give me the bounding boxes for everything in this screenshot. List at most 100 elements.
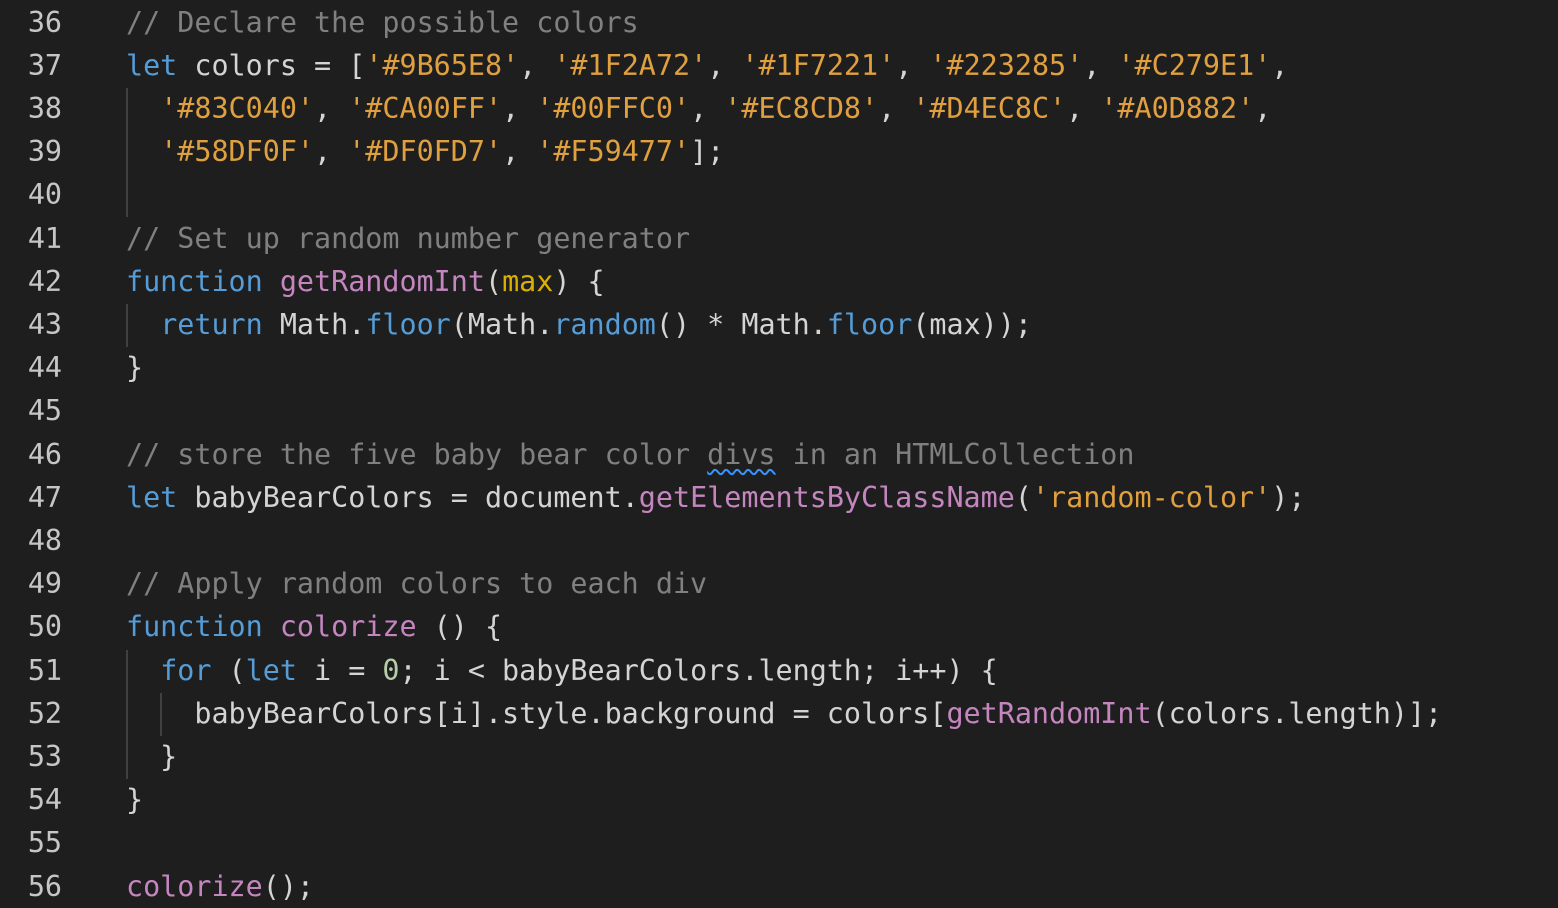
line-number: 38 [27, 91, 62, 125]
code-line[interactable]: 46 // store the five baby bear color divs… [0, 433, 1558, 476]
code-token: , [502, 91, 537, 125]
code-token: Math. [262, 307, 366, 341]
code-token: let [126, 480, 178, 514]
code-line[interactable]: 43 return Math.floor(Math.random() * Mat… [0, 303, 1558, 346]
code-token: // Set up random number generator [126, 221, 691, 255]
code-line[interactable]: 54} [0, 778, 1558, 821]
code-token: ]; [690, 135, 725, 169]
code-token: let [126, 48, 178, 82]
code-line[interactable]: 49 // Apply random colors to each div [0, 562, 1558, 605]
code-line[interactable]: 52 babyBearColors[i].style.background = … [0, 692, 1558, 735]
line-number: 45 [27, 394, 62, 428]
code-token: '#223285' [929, 48, 1084, 82]
code-line[interactable]: 38 '#83C040', '#CA00FF', '#00FFC0', '#EC… [0, 87, 1558, 130]
indent-guide [126, 88, 128, 217]
line-number: 50 [27, 610, 62, 644]
code-text: // Apply random colors to each div [126, 562, 707, 605]
line-number: 39 [27, 135, 62, 169]
code-token: '#1F2A72' [553, 48, 708, 82]
code-token: for [160, 653, 212, 687]
code-token: '#58DF0F' [160, 135, 315, 169]
line-number: 54 [27, 783, 62, 817]
code-line[interactable]: 40 [0, 173, 1558, 216]
indent-guide [126, 304, 128, 347]
code-token: // store the five baby bear color [126, 437, 708, 471]
code-line[interactable]: 39 '#58DF0F', '#DF0FD7', '#F59477']; [0, 130, 1558, 173]
line-number: 36 [27, 5, 62, 39]
code-token: function [126, 610, 263, 644]
code-token: '#EC8CD8' [724, 91, 879, 125]
code-token: // Declare the possible colors [126, 5, 639, 39]
code-token: (colors.length)]; [1151, 696, 1443, 730]
code-line[interactable]: 41 // Set up random number generator [0, 217, 1558, 260]
code-token: , [314, 91, 349, 125]
code-token: getRandomInt [946, 696, 1152, 730]
code-text: for (let i = 0; i < babyBearColors.lengt… [126, 649, 998, 692]
code-token: ( [1014, 480, 1032, 514]
code-editor[interactable]: 36 // Declare the possible colors 37 let co… [0, 0, 1558, 908]
code-line[interactable]: 36 // Declare the possible colors [0, 1, 1558, 44]
code-text: let babyBearColors = document.getElement… [126, 476, 1305, 519]
code-token: function [126, 264, 263, 298]
code-token: // Apply random colors to each div [126, 567, 708, 601]
code-text: function colorize () { [126, 605, 502, 648]
code-token: divs [707, 437, 776, 471]
line-number: 44 [27, 351, 62, 385]
code-text: babyBearColors[i].style.background = col… [126, 692, 1442, 735]
line-number: 48 [27, 523, 62, 557]
code-line[interactable]: 42 function getRandomInt(max) { [0, 260, 1558, 303]
code-token: '#C279E1' [1117, 48, 1272, 82]
code-text: return Math.floor(Math.random() * Math.f… [126, 303, 1032, 346]
code-token: colorize [126, 869, 263, 903]
code-token: () { [416, 610, 503, 644]
code-line[interactable]: 37 let colors = ['#9B65E8', '#1F2A72', '#… [0, 44, 1558, 87]
code-text: '#83C040', '#CA00FF', '#00FFC0', '#EC8CD… [126, 87, 1271, 130]
code-token: i = [296, 653, 383, 687]
code-token: , [878, 91, 913, 125]
code-token: (); [262, 869, 315, 903]
code-token: '#00FFC0' [536, 91, 691, 125]
code-token: getRandomInt [279, 264, 485, 298]
code-text: function getRandomInt(max) { [126, 260, 605, 303]
code-line[interactable]: 44} [0, 346, 1558, 389]
code-token: } [126, 783, 144, 817]
line-number: 43 [27, 307, 62, 341]
code-token: 0 [382, 653, 400, 687]
code-token: (Math. [450, 307, 554, 341]
code-token: floor [826, 307, 913, 341]
code-line[interactable]: 45 [0, 389, 1558, 432]
code-text: } [126, 778, 143, 821]
line-number: 41 [27, 221, 62, 255]
code-line[interactable]: 50 function colorize () { [0, 605, 1558, 648]
code-line[interactable]: 56 colorize(); [0, 865, 1558, 908]
code-token: floor [365, 307, 451, 341]
code-line[interactable]: 53 } [0, 735, 1558, 778]
code-token: , [1083, 48, 1118, 82]
code-token: '#A0D882' [1100, 91, 1255, 125]
code-text: // store the five baby bear color divs i… [126, 433, 1134, 476]
code-line[interactable]: 55 [0, 821, 1558, 864]
code-token: , [895, 48, 930, 82]
code-token: ( [484, 264, 503, 298]
code-token: ) { [553, 264, 605, 298]
indent-guide [126, 650, 128, 779]
code-token: } [126, 351, 144, 385]
line-number: 51 [27, 653, 62, 687]
code-token: , [1066, 91, 1101, 125]
code-line[interactable]: 48 [0, 519, 1558, 562]
code-line[interactable]: 51 for (let i = 0; i < babyBearColors.le… [0, 649, 1558, 692]
code-text: } [126, 735, 177, 778]
line-number: 56 [27, 869, 62, 903]
code-token: , [1271, 48, 1289, 82]
code-token: () * Math. [655, 307, 827, 341]
code-token: '#9B65E8' [365, 48, 520, 82]
code-line[interactable]: 47 let babyBearColors = document.getEleme… [0, 476, 1558, 519]
code-token: in an HTMLCollection [775, 437, 1135, 471]
code-token: , [519, 48, 554, 82]
code-token: colorize [279, 610, 417, 644]
